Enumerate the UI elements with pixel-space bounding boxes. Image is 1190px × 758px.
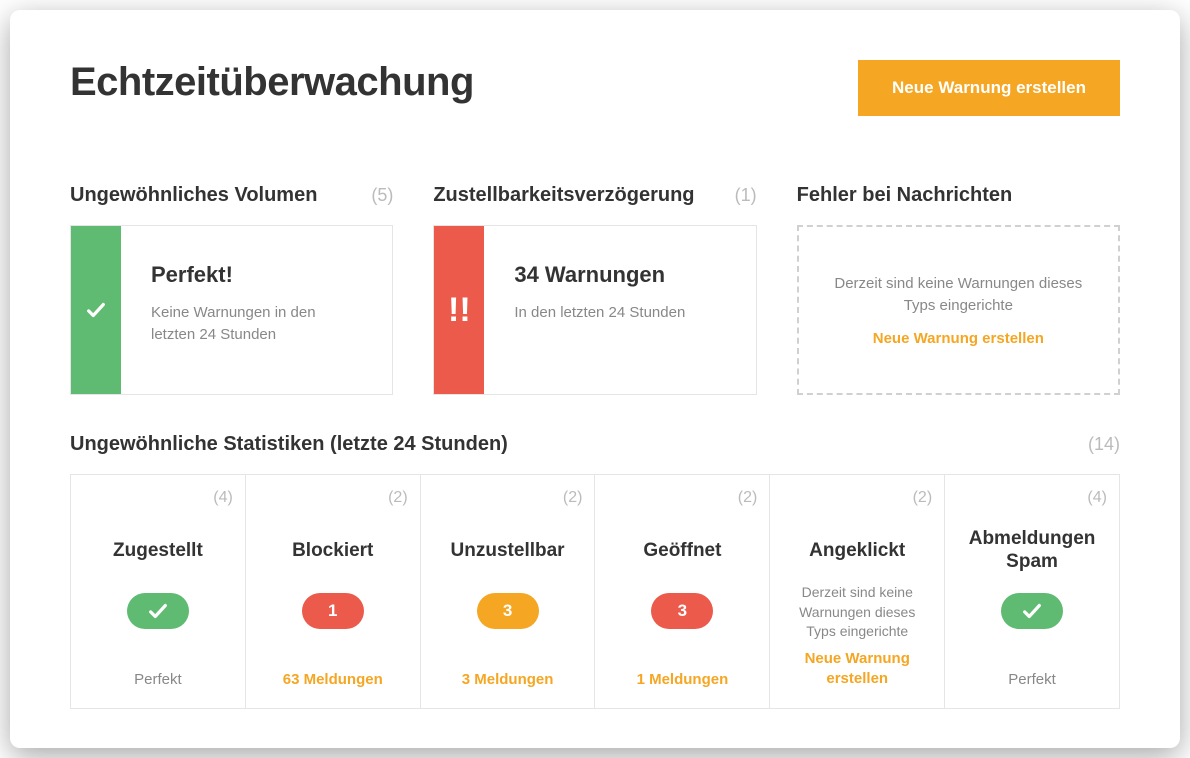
alert-icon: !!: [434, 226, 484, 394]
section-volume-header: Ungewöhnliches Volumen 5: [70, 184, 393, 207]
stats-title: Ungewöhnliche Statistiken (letzte 24 Stu…: [70, 433, 508, 456]
top-sections: Ungewöhnliches Volumen 5 Perfekt! Keine …: [70, 184, 1120, 395]
delay-status-title: 34 Warnungen: [514, 262, 725, 288]
stat-card[interactable]: 4 Zugestellt Perfekt: [70, 474, 245, 709]
stat-name: Geöffnet: [643, 527, 721, 575]
section-volume: Ungewöhnliches Volumen 5 Perfekt! Keine …: [70, 184, 393, 395]
stat-card[interactable]: 2 Blockiert 1 63 Meldungen: [245, 474, 420, 709]
check-icon: [71, 226, 121, 394]
stat-name: Abmeldungen Spam: [957, 527, 1107, 575]
stats-count: 14: [1088, 434, 1120, 455]
stat-name: Zugestellt: [113, 527, 203, 575]
delay-status-body: 34 Warnungen In den letzten 24 Stunden: [484, 226, 755, 394]
volume-status-body: Perfekt! Keine Warnungen in den letzten …: [121, 226, 392, 394]
stat-pill: 3: [651, 593, 713, 629]
new-alert-button[interactable]: Neue Warnung erstellen: [858, 60, 1120, 116]
stat-footer: Perfekt: [134, 671, 182, 688]
section-delay-header: Zustellbarkeitsverzögerung 1: [433, 184, 756, 207]
section-delay-title: Zustellbarkeitsverzögerung: [433, 184, 694, 207]
stat-card[interactable]: 2 Geöffnet 3 1 Meldungen: [594, 474, 769, 709]
stat-footer: 3 Meldungen: [462, 671, 554, 688]
section-errors-title: Fehler bei Nachrichten: [797, 184, 1013, 207]
errors-empty-card: Derzeit sind keine Warnungen dieses Typs…: [797, 225, 1120, 395]
section-errors: Fehler bei Nachrichten Derzeit sind kein…: [797, 184, 1120, 395]
stat-count: 4: [213, 489, 233, 507]
stat-card[interactable]: 4 Abmeldungen Spam Perfekt: [944, 474, 1120, 709]
stat-pill: 1: [302, 593, 364, 629]
delay-status-card[interactable]: !! 34 Warnungen In den letzten 24 Stunde…: [433, 225, 756, 395]
stat-footer: Perfekt: [1008, 671, 1056, 688]
stat-count: 4: [1087, 489, 1107, 507]
section-errors-header: Fehler bei Nachrichten: [797, 184, 1120, 207]
section-delay: Zustellbarkeitsverzögerung 1 !! 34 Warnu…: [433, 184, 756, 395]
stat-name: Angeklickt: [809, 527, 905, 575]
header: Echtzeitüberwachung Neue Warnung erstell…: [70, 60, 1120, 116]
section-volume-count: 5: [371, 185, 393, 206]
stat-name: Unzustellbar: [451, 527, 565, 575]
errors-new-alert-link[interactable]: Neue Warnung erstellen: [873, 330, 1044, 347]
stat-count: 2: [913, 489, 933, 507]
stat-card[interactable]: 2 Unzustellbar 3 3 Meldungen: [420, 474, 595, 709]
stat-count: 2: [738, 489, 758, 507]
stat-count: 2: [563, 489, 583, 507]
check-icon: [127, 593, 189, 629]
monitoring-card: Echtzeitüberwachung Neue Warnung erstell…: [10, 10, 1180, 748]
stat-pill: 3: [477, 593, 539, 629]
volume-status-sub: Keine Warnungen in den letzten 24 Stunde…: [151, 302, 362, 346]
stat-count: 2: [388, 489, 408, 507]
volume-status-title: Perfekt!: [151, 262, 362, 288]
check-icon: [1001, 593, 1063, 629]
stat-name: Blockiert: [292, 527, 373, 575]
section-volume-title: Ungewöhnliches Volumen: [70, 184, 317, 207]
volume-status-card[interactable]: Perfekt! Keine Warnungen in den letzten …: [70, 225, 393, 395]
stat-footer: 1 Meldungen: [637, 671, 729, 688]
stats-row: 4 Zugestellt Perfekt 2 Blockiert 1 63 Meldunge…: [70, 474, 1120, 709]
stat-card[interactable]: 2 Angeklickt Derzeit sind keine Warnungen …: [769, 474, 944, 709]
delay-status-sub: In den letzten 24 Stunden: [514, 302, 725, 324]
stat-empty-text: Derzeit sind keine Warnungen dieses Typs…: [782, 583, 932, 642]
errors-empty-text: Derzeit sind keine Warnungen dieses Typs…: [829, 273, 1088, 317]
page-title: Echtzeitüberwachung: [70, 60, 474, 105]
section-delay-count: 1: [735, 185, 757, 206]
stats-header: Ungewöhnliche Statistiken (letzte 24 Stu…: [70, 433, 1120, 456]
stat-new-alert-link[interactable]: Neue Warnung erstellen: [782, 649, 932, 688]
stat-footer: 63 Meldungen: [283, 671, 383, 688]
